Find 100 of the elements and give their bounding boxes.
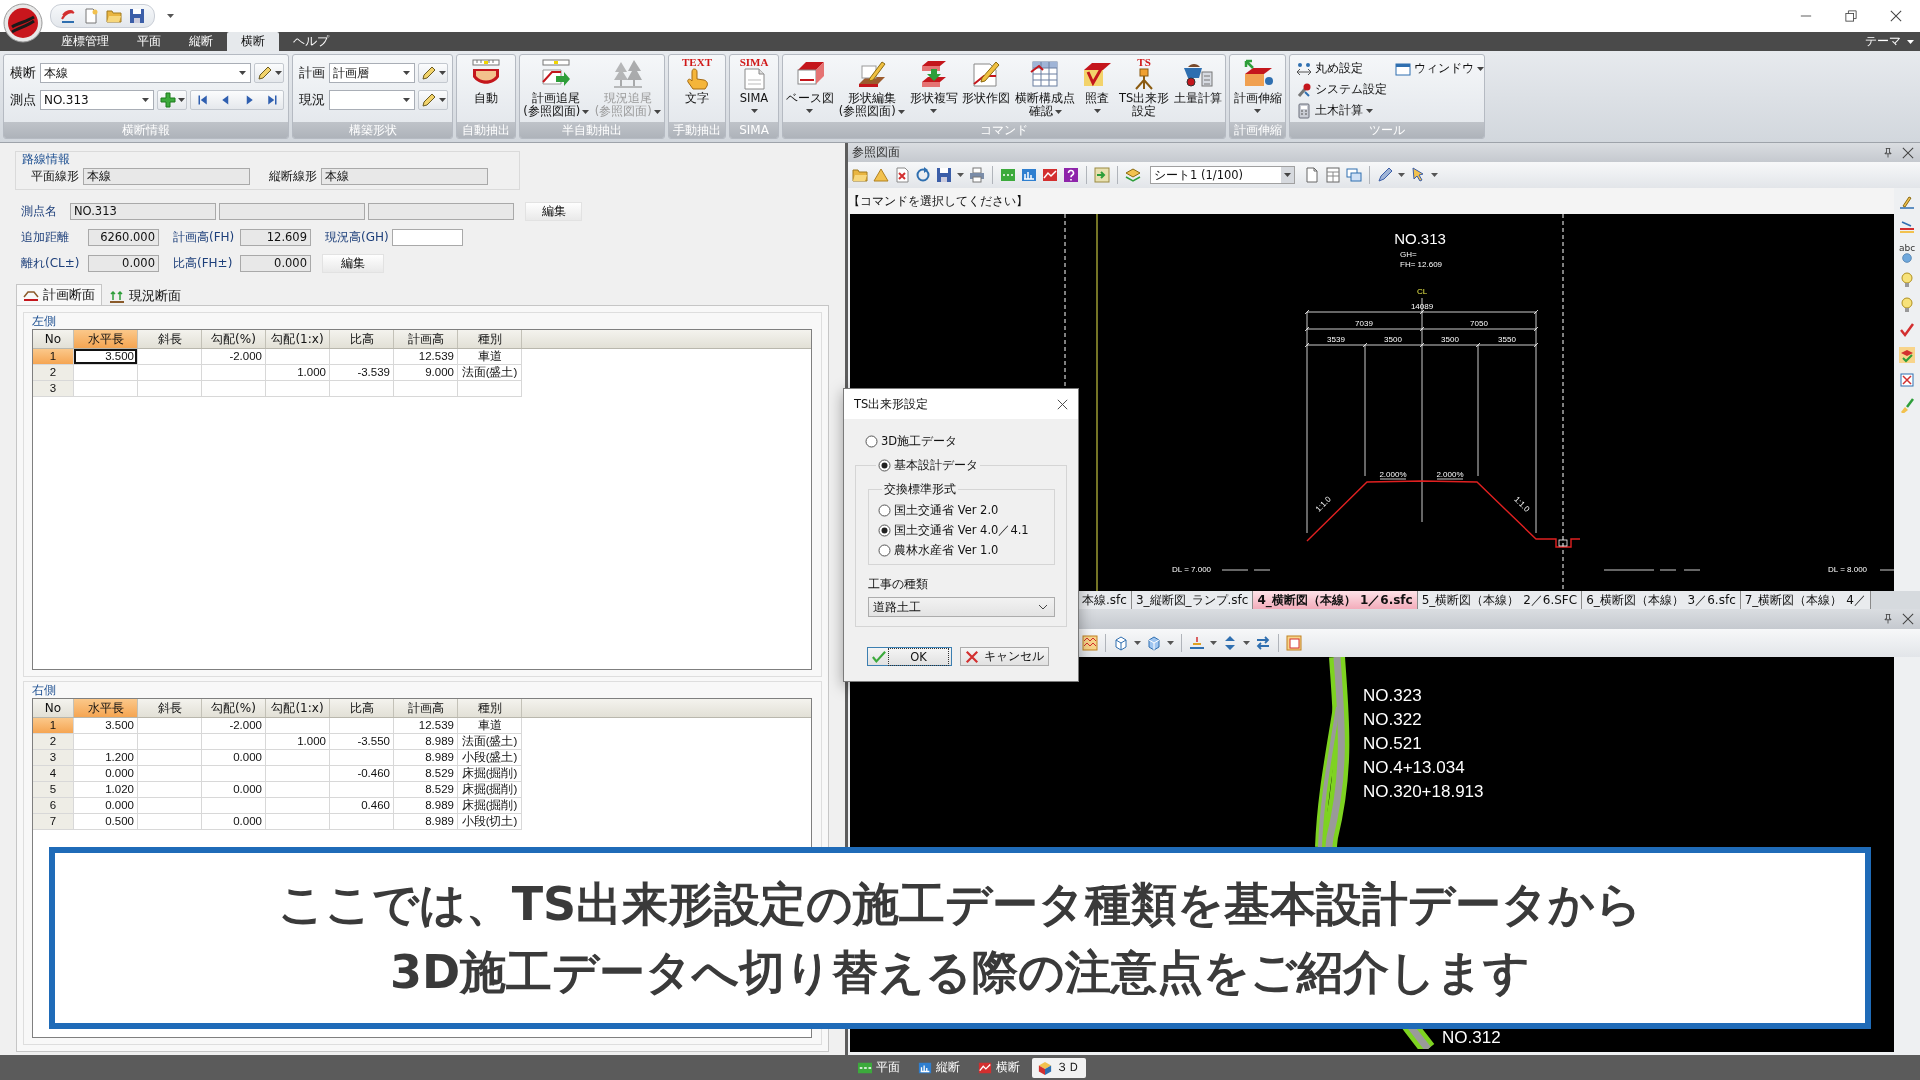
dropdown-field[interactable]: 計画層	[329, 63, 415, 83]
text-field[interactable]: 6260.000	[88, 229, 159, 246]
delete-file-icon[interactable]	[894, 167, 910, 183]
text-field[interactable]	[368, 203, 514, 220]
sheet-tab[interactable]: 6_横断図（本線） 3／6.sfc	[1582, 591, 1741, 610]
ribbon-button[interactable]: 形状複写	[907, 57, 960, 113]
radio-option[interactable]: 国土交通省 Ver 2.0	[878, 500, 1050, 520]
menu-tab[interactable]: 平面	[123, 32, 175, 51]
save-icon[interactable]	[129, 8, 145, 24]
save-icon[interactable]	[936, 167, 952, 183]
view-tab[interactable]: 平面	[852, 1057, 906, 1078]
table-icon[interactable]	[1325, 167, 1341, 183]
caret-icon[interactable]	[1134, 641, 1141, 645]
lines-icon[interactable]	[1899, 219, 1915, 235]
arc-icon[interactable]	[60, 8, 76, 24]
menu-tab[interactable]: ヘルプ	[279, 32, 343, 51]
edit-button[interactable]	[254, 63, 284, 83]
ribbon-button[interactable]: SIMA SIMA	[735, 57, 773, 113]
close-icon[interactable]	[1890, 10, 1902, 22]
bulb-icon[interactable]	[1899, 272, 1915, 288]
edit-button[interactable]: 編集	[525, 202, 582, 221]
caret-icon[interactable]	[1167, 641, 1174, 645]
text-field[interactable]	[219, 203, 365, 220]
radio-option[interactable]: 国土交通省 Ver 4.0／4.1	[878, 520, 1050, 540]
bulb-icon[interactable]	[1899, 297, 1915, 313]
edit-button[interactable]: 編集	[322, 254, 384, 273]
cube-solid-icon[interactable]	[1146, 635, 1162, 651]
print-icon[interactable]	[969, 167, 985, 183]
sphere-icon[interactable]	[1902, 253, 1912, 263]
view-tab[interactable]: 縦断	[912, 1057, 966, 1078]
dropdown-field[interactable]: 道路土工	[868, 597, 1055, 617]
tool-button[interactable]: システム設定	[1296, 80, 1387, 99]
text-field[interactable]: 12.609	[240, 229, 311, 246]
caret-icon[interactable]	[167, 14, 174, 18]
theme-menu[interactable]: テーマ	[1859, 32, 1920, 51]
caret-icon[interactable]	[1243, 641, 1250, 645]
folder-icon[interactable]	[106, 8, 122, 24]
swap-arrows-icon[interactable]	[1255, 635, 1271, 651]
text-field[interactable]	[392, 229, 463, 246]
text-field[interactable]: 0.000	[88, 255, 159, 272]
edit-button[interactable]	[418, 63, 448, 83]
bar-chart-icon[interactable]	[1021, 167, 1037, 183]
refresh-icon[interactable]	[915, 167, 931, 183]
cross-box-icon[interactable]	[1899, 372, 1915, 388]
pin-icon[interactable]	[1882, 146, 1894, 159]
ribbon-button[interactable]: 自動	[467, 57, 505, 105]
tool-button[interactable]: ウィンドウ	[1395, 59, 1484, 78]
ribbon-button[interactable]: 計画伸縮	[1231, 57, 1284, 113]
close-icon[interactable]	[1057, 398, 1068, 410]
menu-tab[interactable]: 横断	[227, 32, 279, 51]
square-frame-icon[interactable]	[1286, 635, 1302, 651]
radio-option[interactable]: 基本設計データ	[878, 456, 978, 474]
caret-icon[interactable]	[957, 173, 964, 177]
help-icon[interactable]	[1063, 167, 1079, 183]
caret-icon[interactable]	[1398, 173, 1405, 177]
line-chart-icon[interactable]	[1042, 167, 1058, 183]
ribbon-button[interactable]: 計画追尾 (参照図面)	[521, 57, 592, 118]
menu-tab[interactable]: 縦断	[175, 32, 227, 51]
pen-icon[interactable]	[1377, 167, 1393, 183]
ribbon-button[interactable]: 形状作図	[960, 57, 1013, 105]
view-tab[interactable]: ３Ｄ	[1032, 1057, 1086, 1078]
text-field[interactable]: 本線	[83, 168, 250, 185]
cube-outline-icon[interactable]	[1113, 635, 1129, 651]
close-icon[interactable]	[1902, 613, 1914, 625]
tool-button[interactable]: 丸め設定	[1296, 59, 1387, 78]
ribbon-button[interactable]: TS TS出来形 設定	[1116, 57, 1172, 118]
folder-icon[interactable]	[852, 167, 868, 183]
dropdown-field[interactable]: NO.313	[40, 90, 154, 110]
dialog-button[interactable]: OK	[867, 647, 952, 666]
ribbon-button[interactable]: ベース図	[783, 57, 836, 113]
brush-icon[interactable]	[1899, 397, 1915, 413]
dropdown-field[interactable]: 本線	[40, 63, 251, 83]
layers-icon[interactable]	[1125, 167, 1141, 183]
restore-icon[interactable]	[1845, 10, 1857, 22]
dialog-button[interactable]: キャンセル	[960, 647, 1049, 666]
caret-icon[interactable]	[1431, 173, 1438, 177]
level-icon[interactable]	[1189, 635, 1205, 651]
tick-icon[interactable]	[1899, 322, 1915, 338]
close-icon[interactable]	[1902, 146, 1914, 159]
view-tab[interactable]: 横断	[972, 1057, 1026, 1078]
dropdown-field[interactable]: シート1 (1/100)	[1150, 166, 1295, 184]
add-button[interactable]	[157, 90, 187, 110]
arrow-box-icon[interactable]	[1094, 167, 1110, 183]
edit-button[interactable]	[418, 90, 448, 110]
cursor-icon[interactable]	[1410, 167, 1426, 183]
ribbon-button[interactable]: 照査	[1078, 57, 1117, 113]
radio-option[interactable]: 3D施工データ	[865, 432, 1067, 450]
tool-button[interactable]: 土木計算	[1296, 101, 1387, 120]
menu-tab[interactable]: 座標管理	[47, 32, 123, 51]
radio-option[interactable]: 農林水産省 Ver 1.0	[878, 540, 1050, 560]
wave-pattern-icon[interactable]	[1082, 635, 1098, 651]
caret-icon[interactable]	[1210, 641, 1217, 645]
dropdown-field[interactable]	[329, 90, 415, 110]
ribbon-button[interactable]: TEXT 文字	[678, 57, 716, 105]
text-field[interactable]: NO.313	[70, 203, 216, 220]
pen-line-icon[interactable]	[1899, 194, 1915, 210]
windows-icon[interactable]	[1346, 167, 1362, 183]
tab[interactable]: 現況断面	[102, 286, 188, 305]
layer-check-icon[interactable]	[1899, 347, 1915, 363]
pin-icon[interactable]	[1882, 613, 1894, 625]
